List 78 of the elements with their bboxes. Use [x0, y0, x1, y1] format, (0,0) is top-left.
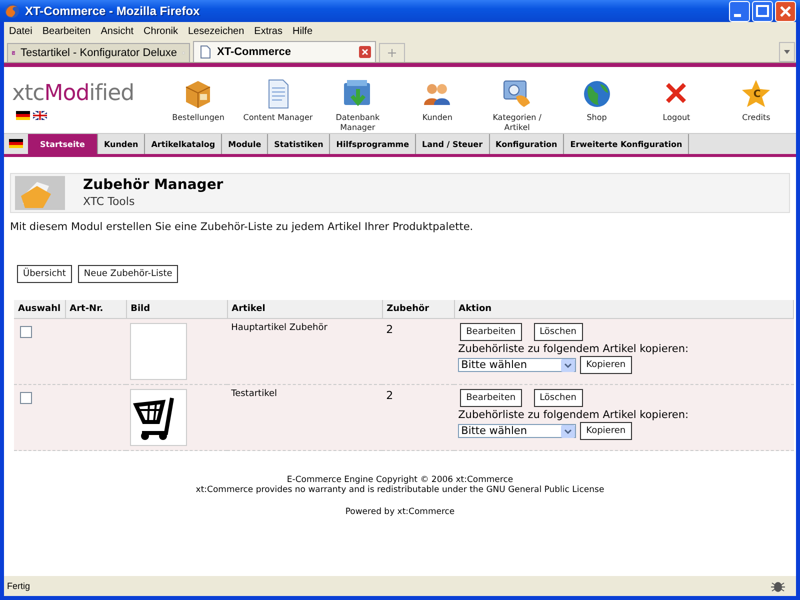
nav-tab[interactable]: Konfiguration: [490, 134, 564, 154]
article-name: Hauptartikel Zubehör: [231, 323, 328, 333]
menu-item[interactable]: Datei: [4, 26, 38, 36]
article-select[interactable]: Bitte wählen: [458, 424, 576, 438]
nav-tab[interactable]: Module: [222, 134, 268, 154]
minimize-button[interactable]: [729, 0, 750, 22]
tab-list-button[interactable]: [779, 42, 795, 62]
british-flag-icon[interactable]: [33, 111, 47, 120]
column-header: Aktion: [454, 300, 794, 318]
maximize-button[interactable]: [752, 0, 773, 22]
logo: xtcModified: [12, 81, 136, 107]
edit-button[interactable]: Bearbeiten: [460, 389, 522, 407]
copy-button[interactable]: Kopieren: [580, 356, 632, 374]
copy-label: Zubehörliste zu folgendem Artikel kopieren:: [458, 343, 690, 355]
nav-tab[interactable]: Kunden: [98, 134, 146, 154]
nav-tab[interactable]: Land / Steuer: [416, 134, 490, 154]
menu-item[interactable]: Bearbeiten: [37, 26, 96, 36]
row-checkbox[interactable]: [20, 326, 32, 338]
menu-item[interactable]: Chronik: [138, 26, 183, 36]
column-header: Auswahl: [14, 300, 66, 318]
edit-button[interactable]: Bearbeiten: [460, 323, 522, 341]
toolbar-button[interactable]: Kategorien / Artikel: [477, 67, 557, 133]
article-name: Testartikel: [231, 389, 278, 399]
nav-tab[interactable]: Artikelkatalog: [145, 134, 222, 154]
copy-label: Zubehörliste zu folgendem Artikel kopieren:: [458, 409, 690, 421]
footer-text: Powered by xt:Commerce: [344, 507, 456, 517]
column-header: Art-Nr.: [65, 300, 126, 318]
browser-icon: [4, 3, 20, 19]
toolbar-button[interactable]: Shop: [556, 67, 637, 123]
nav-tab[interactable]: Statistiken: [268, 134, 330, 154]
accessory-count: 2: [386, 323, 394, 336]
column-header: Zubehör: [382, 300, 454, 318]
toolbar-button[interactable]: Content Manager: [238, 67, 318, 123]
article-select[interactable]: Bitte wählen: [458, 358, 576, 372]
accessory-count: 2: [386, 389, 394, 402]
page-button[interactable]: Neue Zubehör-Liste: [78, 265, 178, 283]
close-icon[interactable]: [359, 46, 371, 58]
toolbar-button[interactable]: Kunden: [398, 67, 478, 123]
bug-icon: [770, 579, 786, 593]
delete-button[interactable]: Löschen: [534, 389, 583, 407]
menu-item[interactable]: Ansicht: [96, 26, 139, 36]
copy-button[interactable]: Kopieren: [580, 422, 632, 440]
toolbar-button[interactable]: C Credits: [716, 67, 796, 123]
footer-text: xt:Commerce provides no warranty and is redistributable under the GNU General Public License: [194, 485, 606, 495]
footer-text: E-Commerce Engine Copyright © 2006 xt:Commerce: [286, 475, 514, 485]
cart-thumbnail: [130, 389, 188, 446]
window-title: XT-Commerce - Mozilla Firefox: [25, 4, 201, 18]
minimize-icon: [734, 14, 741, 16]
german-flag-icon[interactable]: [16, 111, 30, 120]
blank-thumbnail: [130, 323, 188, 380]
column-header: Artikel: [227, 300, 382, 318]
toolbar-button[interactable]: Datenbank Manager: [318, 67, 398, 133]
page-icon: [198, 45, 212, 59]
nav-tab[interactable]: Startseite: [28, 134, 98, 154]
german-flag-icon[interactable]: [9, 139, 23, 148]
menu-item[interactable]: Lesezeichen: [183, 26, 250, 36]
dropdown-icon: [561, 424, 576, 438]
browser-tab[interactable]: Testartikel - Konfigurator Deluxe: [7, 43, 190, 62]
column-header: Bild: [126, 300, 228, 318]
toolbar-button[interactable]: Logout: [636, 67, 716, 123]
close-button[interactable]: [775, 0, 796, 22]
row-checkbox[interactable]: [20, 392, 32, 404]
description: Mit diesem Modul erstellen Sie eine Zubehör-Liste zu jedem Artikel Ihrer Produktpalette.: [10, 221, 474, 233]
page-title: Zubehör Manager: [83, 177, 224, 193]
menu-item[interactable]: Extras: [249, 26, 288, 36]
folder-icon: [15, 176, 65, 210]
caret-icon: [783, 49, 791, 55]
page-subtitle: XTC Tools: [83, 195, 136, 208]
browser-tab[interactable]: XT-Commerce: [193, 41, 376, 62]
page-button[interactable]: Übersicht: [17, 265, 72, 283]
delete-button[interactable]: Löschen: [534, 323, 583, 341]
nav-tab[interactable]: Erweiterte Konfiguration: [564, 134, 690, 154]
status-text: Fertig: [7, 581, 30, 591]
plus-icon: [387, 48, 397, 58]
toolbar-button[interactable]: Bestellungen: [158, 67, 238, 123]
dropdown-icon: [561, 358, 576, 372]
menu-item[interactable]: Hilfe: [288, 26, 318, 36]
nav-tab[interactable]: Hilfsprogramme: [330, 134, 416, 154]
